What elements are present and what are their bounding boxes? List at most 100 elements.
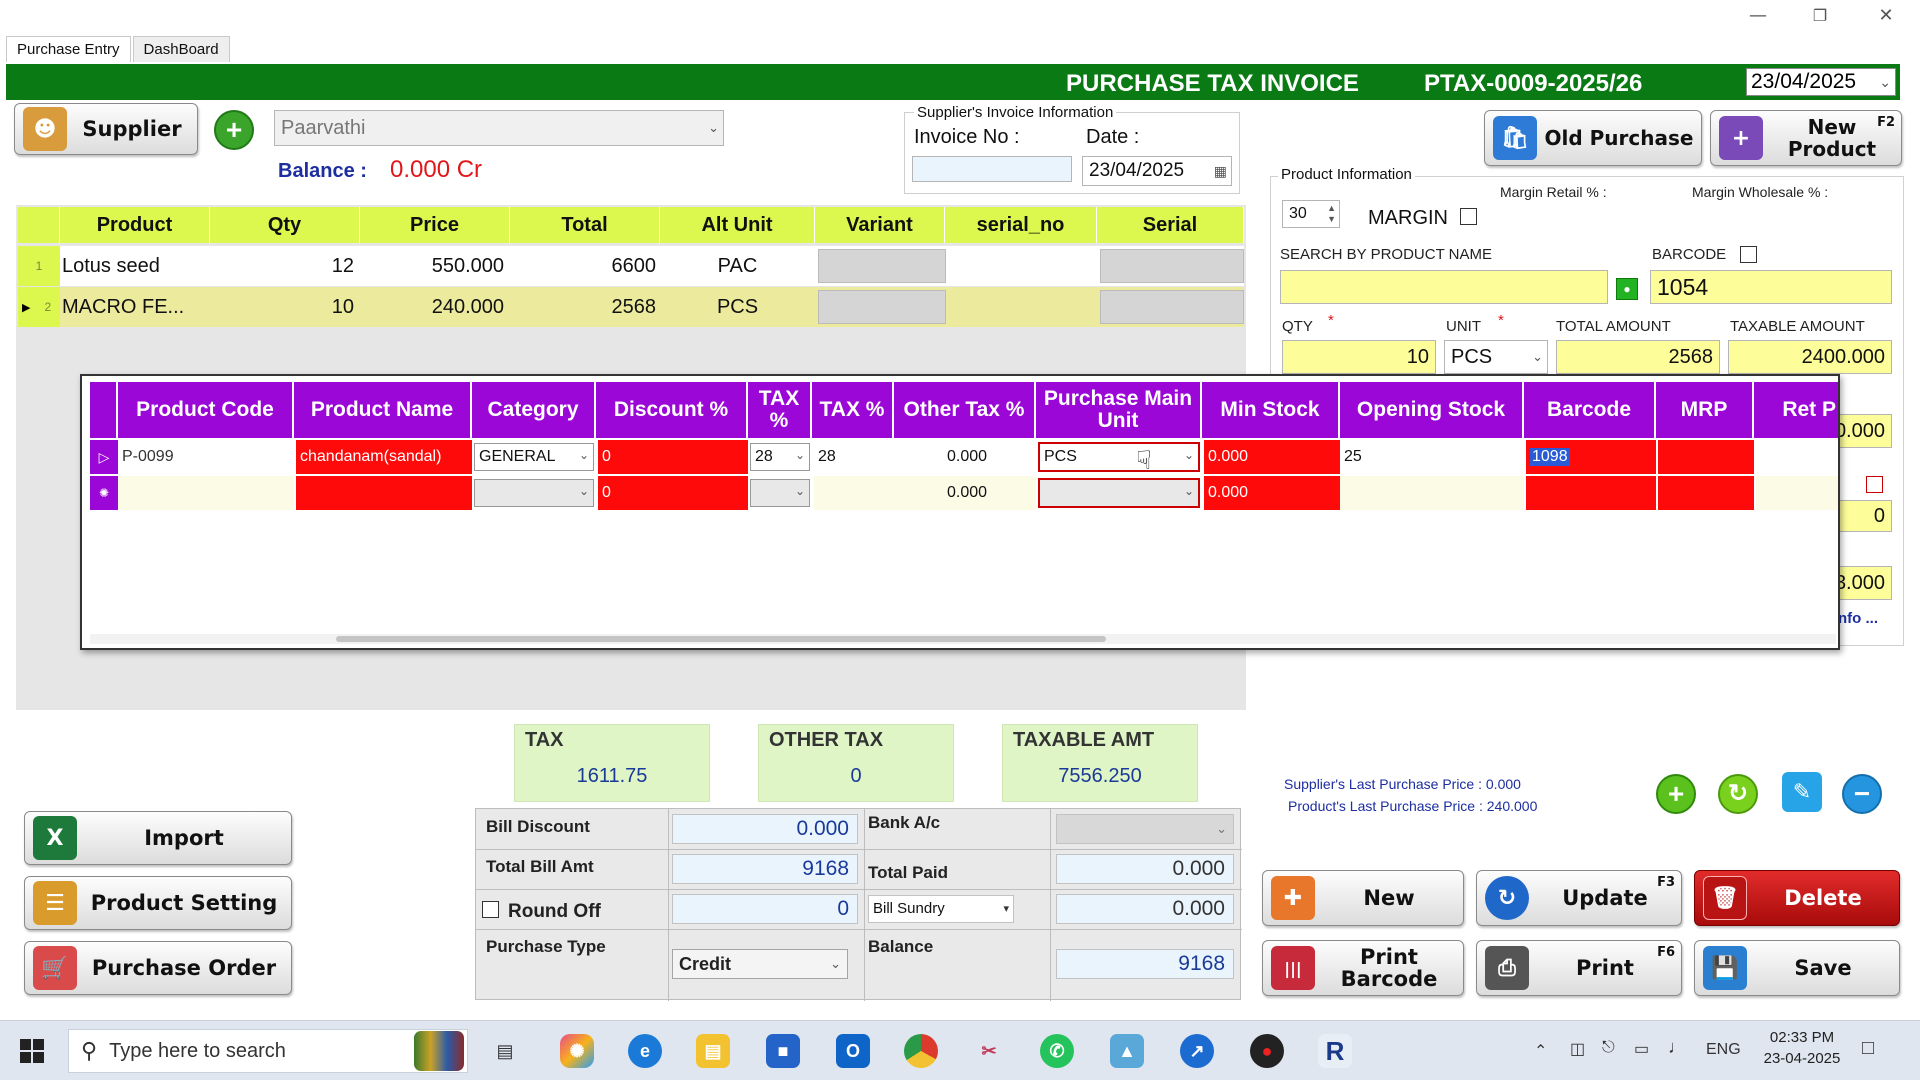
col-tax-select[interactable]: TAX % xyxy=(748,382,812,438)
grid-col-total[interactable]: Total xyxy=(510,207,660,243)
cell-mrp-new[interactable] xyxy=(1658,476,1754,510)
save-button[interactable]: 💾 Save xyxy=(1694,940,1900,996)
barcode-input[interactable]: 1054 xyxy=(1650,270,1892,304)
cell-discount-new[interactable]: 0 xyxy=(598,476,748,510)
grid-col-product[interactable]: Product xyxy=(60,207,210,243)
invoice-no-input[interactable] xyxy=(912,156,1072,182)
grid-col-serial-no[interactable]: serial_no xyxy=(945,207,1097,243)
bank-select[interactable]: ⌄ xyxy=(1056,814,1234,844)
file-explorer-icon[interactable]: ▤ xyxy=(696,1034,730,1068)
add-icon[interactable]: + xyxy=(1656,774,1696,814)
barcode-checkbox[interactable] xyxy=(1740,246,1757,263)
delete-button[interactable]: 🗑 Delete xyxy=(1694,870,1900,926)
col-tax[interactable]: TAX % xyxy=(812,382,894,438)
bill-discount-input[interactable]: 0.000 xyxy=(672,814,858,844)
round-off-checkbox[interactable] xyxy=(482,901,499,918)
col-mrp[interactable]: MRP xyxy=(1656,382,1754,438)
copilot-icon[interactable]: ✺ xyxy=(560,1034,594,1068)
row-product[interactable]: MACRO FE... xyxy=(62,287,210,327)
minimize-icon[interactable]: — xyxy=(1728,0,1788,30)
cell-tax-select[interactable]: 28 ⌄ xyxy=(750,443,810,471)
row-qty[interactable]: 10 xyxy=(210,287,354,327)
invoice-date-picker[interactable]: 23/04/2025 ⌄ xyxy=(1746,68,1896,96)
restore-icon[interactable]: ❐ xyxy=(1790,0,1850,30)
taxable-amount-input[interactable]: 2400.000 xyxy=(1728,340,1892,374)
refresh-icon[interactable]: ↻ xyxy=(1718,774,1758,814)
grid-col-qty[interactable]: Qty xyxy=(210,207,360,243)
tab-dashboard[interactable]: DashBoard xyxy=(132,36,230,62)
import-button[interactable]: X Import xyxy=(24,811,292,865)
store-icon[interactable]: ■ xyxy=(766,1034,800,1068)
new-button[interactable]: ✚ New xyxy=(1262,870,1464,926)
new-product-button[interactable]: + New Product F2 xyxy=(1710,110,1902,166)
cell-product-name-new[interactable] xyxy=(296,476,472,510)
cell-tax-new[interactable] xyxy=(814,476,894,510)
cell-min-stock-new[interactable]: 0.000 xyxy=(1204,476,1340,510)
grid-col-variant[interactable]: Variant xyxy=(815,207,945,243)
cell-product-name[interactable]: chandanam(sandal) xyxy=(296,440,472,474)
total-paid-input[interactable]: 0.000 xyxy=(1056,854,1234,884)
col-category[interactable]: Category xyxy=(472,382,596,438)
microphone-icon[interactable]: ⎋ xyxy=(1602,1039,1615,1057)
row-serial-cell[interactable] xyxy=(1100,249,1244,283)
supplier-invoice-date-picker[interactable]: 23/04/2025 ▦ xyxy=(1082,156,1232,186)
windows-start-icon[interactable] xyxy=(20,1039,44,1063)
cell-tax[interactable]: 28 xyxy=(814,440,894,474)
erp-app-icon[interactable]: R xyxy=(1318,1034,1352,1068)
cell-mrp[interactable] xyxy=(1658,440,1754,474)
col-barcode[interactable]: Barcode xyxy=(1524,382,1656,438)
col-purchase-main-unit[interactable]: Purchase Main Unit xyxy=(1036,382,1202,438)
cell-product-code-new[interactable] xyxy=(118,476,294,510)
volume-icon[interactable]: ♩ xyxy=(1668,1037,1686,1058)
scrollbar-thumb[interactable] xyxy=(336,636,1106,642)
row-total[interactable]: 2568 xyxy=(510,287,657,327)
edge-icon[interactable]: e xyxy=(628,1034,662,1068)
cell-category-select[interactable]: GENERAL ⌄ xyxy=(474,443,594,471)
row-serial-cell[interactable] xyxy=(1100,290,1244,324)
partial-checkbox[interactable] xyxy=(1866,476,1883,493)
product-setting-button[interactable]: ☰ Product Setting xyxy=(24,876,292,930)
cell-barcode-new[interactable] xyxy=(1526,476,1656,510)
app-icon[interactable]: ▲ xyxy=(1110,1034,1144,1068)
cell-barcode[interactable]: 1098 xyxy=(1526,440,1656,474)
cell-retail-price-new[interactable] xyxy=(1756,476,1838,510)
product-search-input[interactable] xyxy=(1280,270,1608,304)
row-price[interactable]: 550.000 xyxy=(360,246,504,286)
grid-col-serial[interactable]: Serial xyxy=(1097,207,1244,243)
row-total[interactable]: 6600 xyxy=(510,246,657,286)
row-variant-cell[interactable] xyxy=(818,249,946,283)
cell-unit-select-new[interactable]: ⌄ xyxy=(1038,478,1200,508)
supplier-select[interactable]: Paarvathi ⌄ xyxy=(274,110,724,146)
round-off-input[interactable]: 0 xyxy=(672,894,858,924)
print-button[interactable]: ⎙ Print F6 xyxy=(1476,940,1682,996)
remove-icon[interactable]: − xyxy=(1842,774,1882,814)
cell-opening-stock[interactable]: 25 xyxy=(1340,440,1524,474)
update-button[interactable]: ↻ Update F3 xyxy=(1476,870,1682,926)
row-alt-unit[interactable]: PCS xyxy=(660,287,815,327)
col-discount[interactable]: Discount % xyxy=(596,382,748,438)
cell-other-tax-new[interactable]: 0.000 xyxy=(894,476,1036,510)
chrome-icon[interactable] xyxy=(904,1034,938,1068)
purchase-order-button[interactable]: 🛒 Purchase Order xyxy=(24,941,292,995)
margin-checkbox[interactable] xyxy=(1460,208,1477,225)
col-min-stock[interactable]: Min Stock xyxy=(1202,382,1340,438)
col-product-name[interactable]: Product Name xyxy=(294,382,472,438)
col-product-code[interactable]: Product Code xyxy=(118,382,294,438)
cell-min-stock[interactable]: 0.000 xyxy=(1204,440,1340,474)
print-barcode-button[interactable]: ||| Print Barcode xyxy=(1262,940,1464,996)
old-purchase-button[interactable]: 🛍 Old Purchase xyxy=(1484,110,1702,166)
chevron-up-icon[interactable]: ⌃ xyxy=(1534,1041,1547,1061)
grid-col-alt-unit[interactable]: Alt Unit xyxy=(660,207,815,243)
purchase-type-select[interactable]: Credit ⌄ xyxy=(672,949,848,979)
cell-category-select-new[interactable]: ⌄ xyxy=(474,479,594,507)
col-retail-price[interactable]: Ret P xyxy=(1754,382,1838,438)
horizontal-scrollbar[interactable] xyxy=(90,634,1836,644)
qty-input[interactable]: 10 xyxy=(1282,340,1436,374)
cell-other-tax[interactable]: 0.000 xyxy=(894,440,1036,474)
unit-select[interactable]: PCS ⌄ xyxy=(1444,340,1548,374)
edit-icon[interactable]: ✎ xyxy=(1782,772,1822,812)
close-icon[interactable]: ✕ xyxy=(1856,0,1916,30)
row-qty[interactable]: 12 xyxy=(210,246,354,286)
notification-icon[interactable]: □ xyxy=(1862,1037,1874,1060)
col-opening-stock[interactable]: Opening Stock xyxy=(1340,382,1524,438)
